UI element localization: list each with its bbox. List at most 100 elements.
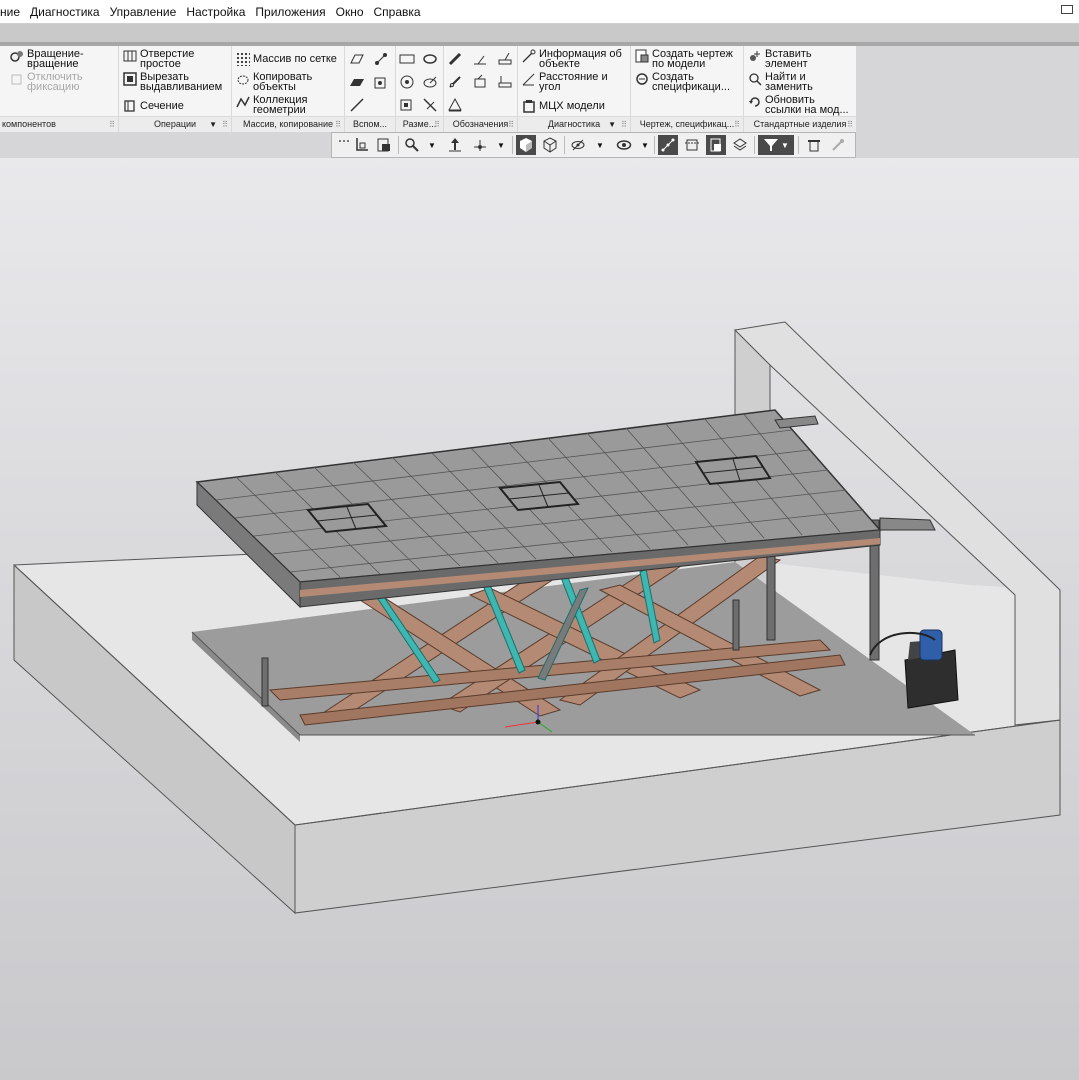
section-view-button[interactable]: [682, 135, 702, 155]
mass-properties-button[interactable]: МЦХ модели: [522, 99, 605, 113]
layers-icon: [733, 138, 747, 151]
aux-point-button[interactable]: [372, 73, 390, 91]
line-icon: [350, 98, 364, 112]
base-icon: [448, 97, 462, 112]
perspective-button[interactable]: [706, 135, 726, 155]
clip-icon: [808, 140, 820, 152]
cut-extrude-button[interactable]: Вырезать выдавливанием: [123, 72, 222, 93]
display-button[interactable]: [614, 135, 634, 155]
info-label-2: объекте: [539, 58, 581, 70]
distance-angle-button[interactable]: Расстояние и угол: [522, 72, 608, 93]
roughness-button[interactable]: [446, 50, 464, 68]
find-replace-button[interactable]: Найти и заменить: [748, 72, 813, 93]
sketch-icon: [350, 79, 364, 86]
clip-button[interactable]: [804, 135, 824, 155]
toolbar-grip[interactable]: [334, 135, 354, 155]
group-operations-title: Операции: [153, 119, 197, 129]
find-replace-icon: [748, 72, 762, 86]
snap-button[interactable]: [658, 135, 678, 155]
normal-view-icon: [377, 138, 390, 152]
group-diagnostics: Информация об объекте Расстояние и угол МЦ…: [518, 46, 631, 132]
unfix-label-2: фиксацию: [27, 81, 80, 93]
arc-dimension-icon: [400, 99, 412, 111]
object-info-button[interactable]: Информация об объекте: [522, 49, 622, 70]
angle-dimension-icon: [400, 75, 414, 89]
create-drawing-label-2: по модели: [652, 58, 706, 70]
chevron-down-icon[interactable]: ▼: [209, 117, 217, 132]
grid-pattern-button[interactable]: Массив по сетке: [236, 52, 337, 66]
linear-dimension-button[interactable]: [398, 50, 416, 68]
update-links-button[interactable]: Обновить ссылки на мод...: [748, 95, 849, 116]
aux-plane-button[interactable]: [348, 50, 366, 68]
leader-button[interactable]: [496, 50, 514, 68]
base-button[interactable]: [446, 96, 464, 114]
restore-window-button[interactable]: [1061, 5, 1073, 14]
pan-button[interactable]: [445, 135, 465, 155]
menu-item-window[interactable]: Окно: [331, 5, 369, 19]
rotate-view-button[interactable]: [470, 135, 490, 155]
filter-button[interactable]: ▼: [758, 135, 794, 155]
aux-axis-button[interactable]: [372, 50, 390, 68]
chevron-down-icon[interactable]: ▼: [427, 138, 437, 152]
copy-objects-button[interactable]: Копировать объекты: [236, 72, 312, 93]
weld-button[interactable]: [471, 50, 489, 68]
pick-button[interactable]: [828, 135, 848, 155]
chevron-down-icon[interactable]: ▼: [608, 117, 616, 132]
menu-item-control[interactable]: Управление: [105, 5, 182, 19]
section-icon: [123, 99, 137, 113]
leader-icon: [498, 52, 512, 65]
layers-button[interactable]: [730, 135, 750, 155]
wireframe-view-button[interactable]: [540, 135, 560, 155]
group-notations: Обозначения ⠿: [444, 46, 518, 132]
display-icon: [616, 140, 632, 150]
find-label-2: заменить: [765, 81, 813, 93]
menu-item-help[interactable]: Справка: [369, 5, 426, 19]
group-standard-title: Стандартные изделия: [753, 119, 847, 129]
create-drawing-button[interactable]: Создать чертеж по модели: [635, 49, 733, 70]
orientation-button[interactable]: [352, 135, 372, 155]
section-label: Сечение: [140, 100, 184, 112]
eye-icon: [571, 139, 585, 151]
group-components: Вращение-вращение Отключить фиксацию комп…: [0, 46, 119, 132]
cut-extrude-icon: [123, 72, 137, 86]
create-spec-button[interactable]: Создать спецификаци...: [635, 72, 730, 93]
angle-dimension-button[interactable]: [398, 73, 416, 91]
3d-viewport[interactable]: [0, 158, 1079, 1080]
insert-element-button[interactable]: Вставить элемент: [748, 49, 812, 70]
grid-pattern-label: Массив по сетке: [253, 53, 337, 65]
geometry-collection-button[interactable]: Коллекция геометрии: [236, 95, 307, 116]
chevron-down-icon[interactable]: ▼: [640, 138, 650, 152]
view-toolbar: ▼ ▼ ▼ ▼ ▼: [331, 132, 856, 158]
hide-button[interactable]: [568, 135, 588, 155]
update-label-2: ссылки на мод...: [765, 104, 849, 116]
shaded-view-button[interactable]: [516, 135, 536, 155]
menu-item-apps[interactable]: Приложения: [250, 5, 330, 19]
aux-line-button[interactable]: [348, 96, 366, 114]
zoom-button[interactable]: [402, 135, 422, 155]
tolerance-button[interactable]: [471, 73, 489, 91]
radius-dimension-button[interactable]: [421, 73, 439, 91]
distance-icon: [522, 72, 536, 86]
menu-item-edit[interactable]: ние: [0, 5, 25, 19]
diameter-dimension-button[interactable]: [421, 50, 439, 68]
height-dimension-button[interactable]: [421, 96, 439, 114]
aux-sketch-button[interactable]: [348, 73, 366, 91]
marking-button[interactable]: [496, 73, 514, 91]
arc-dimension-button[interactable]: [398, 96, 416, 114]
group-aux-title: Вспом...: [352, 119, 388, 129]
menu-item-diagnostics[interactable]: Диагностика: [25, 5, 105, 19]
datum-button[interactable]: [446, 73, 464, 91]
menu-item-settings[interactable]: Настройка: [181, 5, 250, 19]
hole-button[interactable]: Отверстие простое: [123, 49, 194, 70]
mass-label: МЦХ модели: [539, 100, 605, 112]
group-components-title: компонентов: [2, 119, 56, 129]
chevron-down-icon[interactable]: ▼: [595, 138, 605, 152]
rotate-button[interactable]: Вращение-вращение: [10, 49, 84, 70]
normal-view-button[interactable]: [374, 135, 394, 155]
section-button[interactable]: Сечение: [123, 99, 184, 113]
unfix-icon: [10, 72, 24, 86]
chevron-down-icon[interactable]: ▼: [496, 138, 506, 152]
group-title-diagnostics: Диагностика ▼ ⠿: [518, 116, 630, 132]
chevron-down-icon: ▼: [781, 140, 789, 150]
unfix-button[interactable]: Отключить фиксацию: [10, 72, 83, 93]
